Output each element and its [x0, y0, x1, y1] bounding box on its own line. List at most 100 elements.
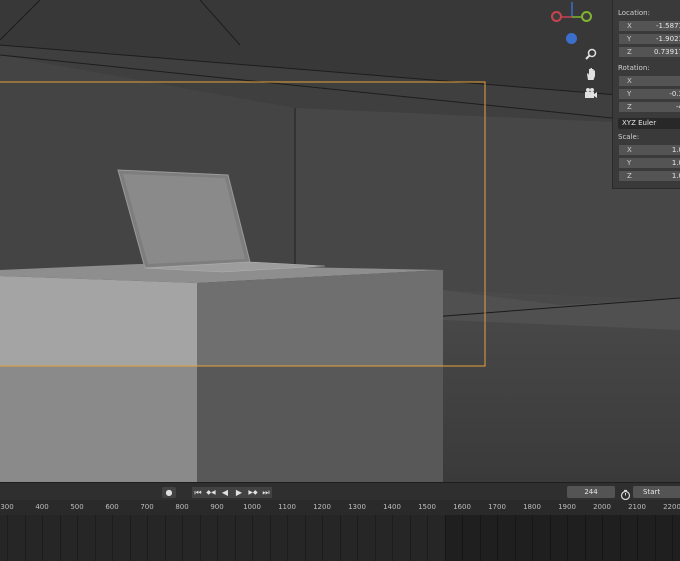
frame-tick-label: 1400 [383, 503, 401, 511]
frame-grid-line [217, 515, 218, 561]
frame-grid-line [235, 515, 236, 561]
frame-grid-line [182, 515, 183, 561]
start-label: Start [643, 488, 661, 496]
rotation-z-field[interactable]: Z -4 [619, 102, 680, 113]
hand-icon[interactable] [583, 66, 599, 82]
frame-grid-line [392, 515, 393, 561]
axis-label: X [627, 77, 632, 85]
frame-grid-line [375, 515, 376, 561]
frame-tick-label: 1600 [453, 503, 471, 511]
location-x-field[interactable]: X -1.5871 [619, 21, 680, 32]
axis-label: Z [627, 48, 632, 56]
frame-grid-line [322, 515, 323, 561]
frame-grid-line [410, 515, 411, 561]
stopwatch-icon[interactable] [620, 486, 631, 501]
frame-grid-line [287, 515, 288, 561]
play-button[interactable]: ▶ [232, 487, 246, 498]
frame-grid-line [130, 515, 131, 561]
frame-tick-label: 1000 [243, 503, 261, 511]
out-of-range-shade [445, 515, 680, 561]
start-frame-field[interactable]: Start [633, 486, 680, 498]
frame-grid-line [165, 515, 166, 561]
field-value: -0.3 [669, 90, 680, 98]
axis-label: X [627, 146, 632, 154]
axis-label: Z [627, 172, 632, 180]
location-label: Location: [618, 9, 650, 17]
frame-grid-line [112, 515, 113, 561]
frame-grid-line [200, 515, 201, 561]
frame-tick-label: 800 [175, 503, 189, 511]
location-y-field[interactable]: Y -1.9021 [619, 34, 680, 45]
scene-render [0, 0, 680, 482]
frame-tick-label: 900 [210, 503, 224, 511]
frame-tick-label: 400 [35, 503, 49, 511]
axis-label: Y [627, 90, 632, 98]
field-value: 1.0 [671, 159, 680, 167]
frame-grid-line [7, 515, 8, 561]
x-axis-handle[interactable] [551, 11, 562, 22]
frame-grid-line [252, 515, 253, 561]
prev-keyframe-button[interactable]: ◆◀ [204, 487, 218, 498]
field-value: -4 [676, 103, 680, 111]
axis-label: Y [627, 159, 632, 167]
frame-tick-label: 1700 [488, 503, 506, 511]
frame-tick-label: 1800 [523, 503, 541, 511]
frame-tick-label: 2100 [628, 503, 646, 511]
frame-grid-line [357, 515, 358, 561]
current-frame-field[interactable]: 244 [567, 486, 615, 498]
timeline-ruler[interactable]: 300 400 500 600 700 800 900 1000 1100 1200 1300 140… [0, 500, 680, 515]
frame-grid-line [42, 515, 43, 561]
y-axis-handle[interactable] [581, 11, 592, 22]
3d-viewport[interactable]: Location: X -1.5871 Y -1.9021 Z 0.73917 … [0, 0, 680, 482]
frame-tick-label: 1500 [418, 503, 436, 511]
scale-x-field[interactable]: X 1.0 [619, 145, 680, 156]
scale-z-field[interactable]: Z 1.0 [619, 171, 680, 182]
frame-grid-line [147, 515, 148, 561]
field-value: -1.9021 [655, 35, 680, 43]
frame-grid-line [25, 515, 26, 561]
frame-grid-line [60, 515, 61, 561]
field-value: 1.0 [671, 172, 680, 180]
rotation-mode-value: XYZ Euler [622, 119, 657, 127]
scale-label: Scale: [618, 133, 640, 141]
camera-icon[interactable] [583, 86, 599, 102]
frame-grid-line [77, 515, 78, 561]
frame-tick-label: 1300 [348, 503, 366, 511]
next-keyframe-button[interactable]: ▶◆ [246, 487, 260, 498]
jump-end-button[interactable]: ⏭ [260, 487, 272, 498]
frame-grid-line [427, 515, 428, 561]
frame-tick-label: 2000 [593, 503, 611, 511]
frame-tick-label: 1100 [278, 503, 296, 511]
frame-grid-line [95, 515, 96, 561]
rotation-label: Rotation: [618, 64, 650, 72]
jump-start-button[interactable]: ⏮ [192, 487, 204, 498]
axis-label: X [627, 22, 632, 30]
axis-label: Y [627, 35, 632, 43]
field-value: -1.5871 [655, 22, 680, 30]
frame-tick-label: 500 [70, 503, 84, 511]
frame-tick-label: 600 [105, 503, 119, 511]
field-value: 0.73917 [654, 48, 680, 56]
play-reverse-button[interactable]: ◀ [218, 487, 232, 498]
frame-tick-label: 1200 [313, 503, 331, 511]
frame-grid-line [305, 515, 306, 561]
frame-grid-line [340, 515, 341, 561]
timeline-area[interactable] [0, 515, 680, 561]
rotation-mode-dropdown[interactable]: XYZ Euler [618, 118, 680, 129]
z-axis-handle[interactable] [566, 33, 577, 44]
frame-tick-label: 300 [0, 503, 14, 511]
frame-tick-label: 1900 [558, 503, 576, 511]
field-value: 1.0 [671, 146, 680, 154]
axis-label: Z [627, 103, 632, 111]
rotation-y-field[interactable]: Y -0.3 [619, 89, 680, 100]
frame-tick-label: 700 [140, 503, 154, 511]
properties-sidebar[interactable]: Location: X -1.5871 Y -1.9021 Z 0.73917 … [612, 0, 680, 189]
frame-tick-label: 2200 [663, 503, 680, 511]
scale-y-field[interactable]: Y 1.0 [619, 158, 680, 169]
location-z-field[interactable]: Z 0.73917 [619, 47, 680, 58]
magnifier-icon[interactable] [583, 46, 599, 62]
playback-bar: ● ⏮ ◆◀ ◀ ▶ ▶◆ ⏭ 244 Start [0, 482, 680, 501]
frame-grid-line [270, 515, 271, 561]
rotation-x-field[interactable]: X - [619, 76, 680, 87]
record-button[interactable]: ● [162, 487, 176, 498]
